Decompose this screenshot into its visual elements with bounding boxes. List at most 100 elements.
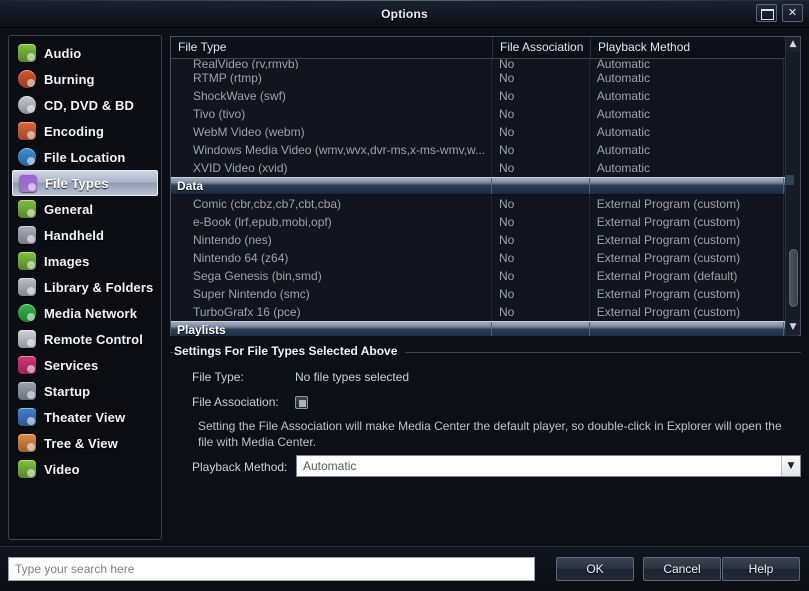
cell-file-type: WebM Video (webm): [171, 123, 492, 141]
checkbox-green-icon: [18, 200, 36, 218]
cell-file-association: No: [492, 159, 590, 177]
sidebar-item-cd-dvd-bd[interactable]: CD, DVD & BD: [12, 92, 158, 118]
cell-file-association: No: [492, 231, 590, 249]
cell-file-association: No: [492, 249, 590, 267]
sidebar-item-label: Burning: [44, 71, 95, 87]
column-header-file-type[interactable]: File Type: [171, 37, 493, 58]
cancel-button[interactable]: Cancel: [643, 557, 721, 581]
restore-window-button[interactable]: [756, 4, 777, 22]
cell-file-association: No: [492, 69, 590, 87]
table-row[interactable]: Nintendo (nes) No External Program (custom…: [171, 231, 800, 249]
sidebar-item-burning[interactable]: Burning: [12, 66, 158, 92]
sidebar-item-label: Tree & View: [44, 435, 118, 451]
cell-file-association: No: [492, 105, 590, 123]
cell-file-type: RTMP (rtmp): [171, 69, 492, 87]
images-icon: [18, 252, 36, 270]
sidebar-item-media-network[interactable]: Media Network: [12, 300, 158, 326]
cell-file-type: Comic (cbr,cbz,cb7,cbt,cba): [171, 195, 492, 213]
table-row[interactable]: XVID Video (xvid) No Automatic: [171, 159, 800, 177]
file-type-label: File Type:: [192, 370, 244, 384]
sidebar-item-label: Services: [44, 357, 99, 373]
playback-method-value: Automatic: [303, 459, 357, 473]
table-row[interactable]: WebM Video (webm) No Automatic: [171, 123, 800, 141]
startup-icon: [18, 382, 36, 400]
cell-file-association: No: [492, 303, 590, 321]
table-row[interactable]: Tivo (tivo) No Automatic: [171, 105, 800, 123]
cell-file-type: Sega Genesis (bin,smd): [171, 267, 492, 285]
group-cell: [492, 178, 590, 194]
monitor-icon: [18, 408, 36, 426]
cell-file-association: No: [492, 123, 590, 141]
cell-file-type: ShockWave (swf): [171, 87, 492, 105]
search-box[interactable]: [8, 557, 535, 581]
column-header-file-association[interactable]: File Association: [493, 37, 591, 58]
column-header-playback-method[interactable]: Playback Method: [591, 37, 786, 58]
cell-file-association: No: [492, 195, 590, 213]
sidebar-item-label: Theater View: [44, 409, 126, 425]
sidebar-item-services[interactable]: Services: [12, 352, 158, 378]
sidebar-item-file-location[interactable]: File Location: [12, 144, 158, 170]
settings-group-title: Settings For File Types Selected Above: [174, 344, 406, 358]
cell-file-association: No: [492, 213, 590, 231]
table-row[interactable]: RTMP (rtmp) No Automatic: [171, 69, 800, 87]
cell-file-type: Super Nintendo (smc): [171, 285, 492, 303]
sidebar-item-audio[interactable]: Audio: [12, 40, 158, 66]
title-bar: Options ✕: [0, 0, 809, 28]
cell-file-association: No: [492, 285, 590, 303]
options-dialog: Options ✕ Audio Burning CD, DVD & BD Encodi…: [0, 0, 809, 591]
group-label: Data: [177, 179, 204, 193]
file-association-label: File Association:: [192, 395, 279, 409]
settings-category-sidebar[interactable]: Audio Burning CD, DVD & BD Encoding File Loc…: [8, 35, 162, 540]
file-association-row: File Association:: [192, 395, 308, 409]
table-row[interactable]: Windows Media Video (wmv,wvx,dvr-ms,x-ms…: [171, 141, 800, 159]
puzzle-piece-icon: [19, 174, 37, 192]
search-input[interactable]: [9, 558, 534, 580]
sidebar-item-video[interactable]: Video: [12, 456, 158, 482]
sidebar-item-startup[interactable]: Startup: [12, 378, 158, 404]
file-types-group-row[interactable]: Data: [171, 177, 800, 195]
table-row[interactable]: TurboGrafx 16 (pce) No External Program (c…: [171, 303, 800, 321]
file-association-checkbox[interactable]: [295, 395, 308, 409]
ok-button[interactable]: OK: [556, 557, 634, 581]
table-row[interactable]: Comic (cbr,cbz,cb7,cbt,cba) No External Pr…: [171, 195, 800, 213]
table-row[interactable]: ShockWave (swf) No Automatic: [171, 87, 800, 105]
cell-playback-method: Automatic: [590, 69, 785, 87]
playback-method-select[interactable]: Automatic ▼: [296, 455, 801, 477]
chevron-down-icon[interactable]: ▼: [781, 456, 800, 476]
cell-playback-method: External Program (custom): [590, 231, 785, 249]
table-row[interactable]: Super Nintendo (smc) No External Program (…: [171, 285, 800, 303]
file-types-list[interactable]: File Type File Association Playback Meth…: [170, 36, 801, 336]
cell-playback-method: External Program (custom): [590, 285, 785, 303]
scrollbar-thumb[interactable]: [789, 249, 798, 307]
file-types-group-row[interactable]: Playlists: [171, 321, 800, 336]
help-button[interactable]: Help: [722, 557, 800, 581]
playback-method-row: Playback Method:: [192, 460, 287, 474]
sidebar-item-tree-view[interactable]: Tree & View: [12, 430, 158, 456]
table-row[interactable]: RealVideo (rv,rmvb) No Automatic: [171, 59, 800, 69]
encoding-icon: [18, 122, 36, 140]
cell-playback-method: Automatic: [590, 105, 785, 123]
list-vertical-scrollbar[interactable]: ▲ ▼: [785, 37, 800, 335]
scroll-up-button[interactable]: ▲: [786, 37, 800, 52]
sidebar-item-label: File Location: [44, 149, 126, 165]
sidebar-item-remote-control[interactable]: Remote Control: [12, 326, 158, 352]
sidebar-item-general[interactable]: General: [12, 196, 158, 222]
sidebar-item-label: Library & Folders: [44, 279, 154, 295]
sidebar-item-label: File Types: [45, 175, 109, 191]
cell-file-association: No: [492, 267, 590, 285]
window-controls: ✕: [756, 4, 803, 22]
sidebar-item-encoding[interactable]: Encoding: [12, 118, 158, 144]
table-row[interactable]: Sega Genesis (bin,smd) No External Program…: [171, 267, 800, 285]
table-row[interactable]: e-Book (lrf,epub,mobi,opf) No External Pro…: [171, 213, 800, 231]
group-cell: [590, 322, 785, 336]
sidebar-item-library-folders[interactable]: Library & Folders: [12, 274, 158, 300]
sidebar-item-images[interactable]: Images: [12, 248, 158, 274]
cell-playback-method: Automatic: [590, 123, 785, 141]
sidebar-item-handheld[interactable]: Handheld: [12, 222, 158, 248]
scroll-down-button[interactable]: ▼: [786, 320, 800, 335]
sidebar-item-file-types[interactable]: File Types: [12, 170, 158, 196]
sidebar-item-theater-view[interactable]: Theater View: [12, 404, 158, 430]
table-row[interactable]: Nintendo 64 (z64) No External Program (cus…: [171, 249, 800, 267]
file-types-header-row: File Type File Association Playback Meth…: [171, 37, 800, 59]
close-window-button[interactable]: ✕: [782, 4, 803, 22]
